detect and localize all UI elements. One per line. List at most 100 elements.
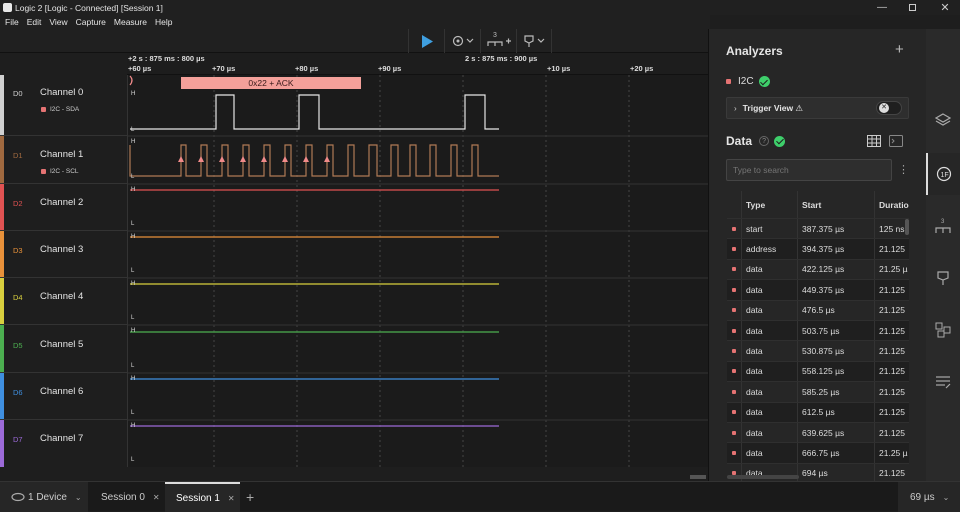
decode-bubble[interactable]: 0x22 + ACK: [181, 77, 361, 89]
table-row[interactable]: address 394.375 µs 21.125: [727, 239, 909, 260]
channel-name[interactable]: Channel 1: [40, 149, 83, 160]
menu-measure[interactable]: Measure: [114, 17, 147, 27]
menu-view[interactable]: View: [49, 17, 67, 27]
add-tab-button[interactable]: +: [246, 482, 254, 512]
data-search-box: [726, 159, 892, 181]
timing-markers-tab-button[interactable]: 3: [926, 205, 960, 247]
terminal-view-icon[interactable]: [889, 135, 903, 147]
table-row[interactable]: data 666.75 µs 21.25 µ: [727, 443, 909, 464]
channel-analyzer-tag: I2C - SCL: [41, 168, 79, 175]
channel-row-d1[interactable]: D1 Channel 1 I2C - SCL: [0, 136, 127, 184]
table-row[interactable]: data 558.125 µs 21.125: [727, 361, 909, 383]
level-label-high: H: [131, 91, 136, 97]
channel-color-bar: [0, 420, 4, 467]
table-row[interactable]: data 612.5 µs 21.125: [727, 402, 909, 423]
table-row[interactable]: data 530.875 µs 21.125: [727, 341, 909, 362]
extensions-tab-button[interactable]: [926, 309, 960, 351]
table-view-icon[interactable]: [867, 135, 881, 147]
status-bar: 1 Device ⌄ Session 0 ✕ Session 1 ✕ + 69 …: [0, 481, 960, 512]
cell-duration: 21.125: [874, 341, 909, 361]
device-settings-button[interactable]: [444, 29, 480, 53]
annotations-tab-button[interactable]: [926, 257, 960, 299]
channel-row-d5[interactable]: D5 Channel 5: [0, 325, 127, 373]
table-row[interactable]: data 449.375 µs 21.125: [727, 280, 909, 301]
level-label-low: L: [131, 457, 135, 463]
trigger-view-row[interactable]: › Trigger View ⚠ ✕: [726, 97, 909, 119]
cell-type: data: [741, 341, 797, 361]
ruler-start-label: +60 µs: [128, 64, 152, 73]
channel-name[interactable]: Channel 2: [40, 197, 83, 208]
trigger-view-toggle[interactable]: ✕: [876, 101, 902, 115]
table-scrollbar[interactable]: [905, 219, 909, 235]
waveform-view[interactable]: 0x22 + ACK H L H L H L H L H L H L H L H…: [127, 75, 709, 467]
menu-help[interactable]: Help: [155, 17, 172, 27]
device-selector[interactable]: 1 Device ⌄: [0, 482, 88, 512]
channel-name[interactable]: Channel 5: [40, 339, 83, 350]
table-row[interactable]: data 476.5 µs 21.125: [727, 300, 909, 321]
menu-capture[interactable]: Capture: [76, 17, 106, 27]
table-row[interactable]: data 585.25 µs 21.125: [727, 382, 909, 403]
add-analyzer-button[interactable]: +: [895, 41, 904, 58]
help-icon[interactable]: ?: [759, 136, 770, 146]
horizontal-scrollbar[interactable]: [127, 467, 708, 481]
menu-edit[interactable]: Edit: [27, 17, 42, 27]
search-input[interactable]: [727, 160, 891, 180]
table-row[interactable]: start 387.375 µs 125 ns: [727, 219, 909, 240]
menu-file[interactable]: File: [5, 17, 19, 27]
start-capture-button[interactable]: [408, 29, 444, 53]
close-tab-icon[interactable]: ✕: [153, 493, 160, 502]
channel-row-d7[interactable]: D7 Channel 7: [0, 420, 127, 467]
close-tab-icon[interactable]: ✕: [228, 494, 235, 503]
channel-row-d2[interactable]: D2 Channel 2: [0, 184, 127, 231]
channel-color-bar: [0, 325, 4, 372]
cell-start: 387.375 µs: [797, 219, 874, 239]
zoom-level-selector[interactable]: 69 µs ⌄: [898, 482, 960, 512]
level-label-low: L: [131, 410, 135, 416]
channel-row-d4[interactable]: D4 Channel 4: [0, 278, 127, 325]
more-options-icon[interactable]: ⋮: [898, 163, 909, 176]
cell-type: data: [741, 280, 797, 300]
level-label-high: H: [131, 376, 136, 382]
notes-tab-button[interactable]: [926, 361, 960, 403]
tab-session-1[interactable]: Session 1 ✕: [165, 482, 240, 512]
table-row[interactable]: data 503.75 µs 21.125: [727, 321, 909, 342]
close-window-button[interactable]: ✕: [925, 0, 960, 15]
cell-duration: 21.125: [874, 280, 909, 300]
channel-name[interactable]: Channel 3: [40, 244, 83, 255]
cell-duration: 21.25 µ: [874, 443, 909, 463]
level-label-high: H: [131, 139, 136, 145]
channel-color-bar: [0, 136, 4, 183]
channel-name[interactable]: Channel 0: [40, 87, 83, 98]
timing-markers-button[interactable]: 3: [480, 29, 516, 53]
extensions-icon: [935, 322, 951, 338]
row-color-swatch: [727, 389, 741, 394]
right-icon-rail: 1F 3: [926, 29, 960, 481]
analyzer-item-i2c[interactable]: I2C: [726, 76, 770, 87]
data-ok-icon: [774, 135, 786, 147]
channel-name[interactable]: Channel 4: [40, 291, 83, 302]
scrollbar-thumb[interactable]: [690, 475, 706, 479]
tab-session-0[interactable]: Session 0 ✕: [89, 482, 164, 512]
channel-name[interactable]: Channel 7: [40, 433, 83, 444]
column-header-type[interactable]: Type: [741, 191, 797, 218]
table-row[interactable]: data 639.625 µs 21.125: [727, 423, 909, 444]
column-header-duration[interactable]: Duration: [874, 191, 909, 218]
ruler-mid-label: 2 s : 875 ms : 900 µs: [465, 54, 538, 63]
time-ruler[interactable]: +2 s : 875 ms : 800 µs +60 µs +70 µs +80…: [127, 53, 708, 75]
level-label-low: L: [131, 127, 135, 133]
channel-row-d6[interactable]: D6 Channel 6: [0, 373, 127, 420]
analyzers-tab-button[interactable]: 1F: [926, 153, 960, 195]
channel-name[interactable]: Channel 6: [40, 386, 83, 397]
layers-button[interactable]: [926, 99, 960, 141]
table-hscroll[interactable]: [727, 475, 799, 479]
annotations-button[interactable]: [516, 29, 552, 53]
table-row[interactable]: data 422.125 µs 21.25 µ: [727, 259, 909, 281]
device-count: 1 Device: [28, 491, 67, 503]
column-header-start[interactable]: Start: [797, 191, 874, 218]
channel-id: D3: [13, 246, 23, 255]
channel-row-d3[interactable]: D3 Channel 3: [0, 231, 127, 278]
channel-row-d0[interactable]: D0 Channel 0 I2C - SDA: [0, 75, 127, 136]
cell-type: start: [741, 219, 797, 239]
cell-start: 530.875 µs: [797, 341, 874, 361]
level-label-low: L: [131, 315, 135, 321]
